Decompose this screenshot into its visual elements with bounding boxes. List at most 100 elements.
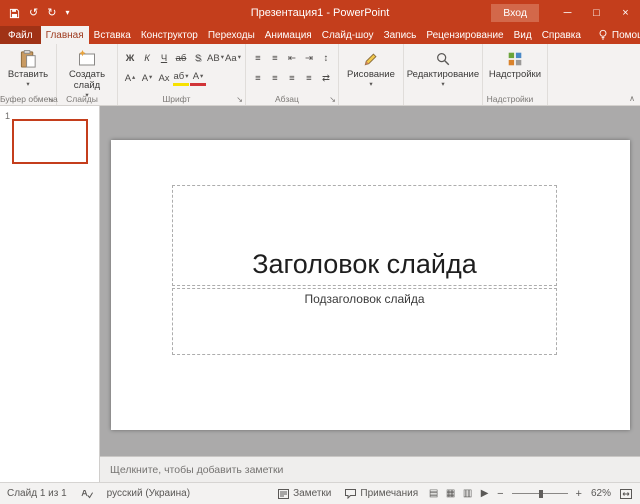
drawing-button[interactable]: Рисование ▾ bbox=[343, 46, 399, 89]
close-button[interactable]: × bbox=[611, 0, 640, 26]
tab-animations[interactable]: Анимация bbox=[260, 26, 317, 44]
normal-view-button[interactable]: ▤ bbox=[425, 483, 442, 504]
comment-icon bbox=[345, 489, 356, 499]
paste-button[interactable]: Вставить ▾ bbox=[4, 46, 52, 89]
tab-transitions[interactable]: Переходы bbox=[203, 26, 260, 44]
clear-formatting-button[interactable]: Аx bbox=[156, 71, 172, 86]
line-spacing-button[interactable]: ↕ bbox=[318, 51, 334, 66]
increase-indent-button[interactable]: ⇥ bbox=[301, 51, 317, 66]
statusbar: Слайд 1 из 1 русский (Украина) Заметки П… bbox=[0, 482, 640, 504]
align-left-button[interactable]: ≡ bbox=[250, 71, 266, 86]
addins-icon bbox=[506, 48, 524, 70]
font-color-button[interactable]: А▾ bbox=[190, 71, 206, 86]
language-button[interactable]: русский (Украина) bbox=[100, 483, 197, 504]
title-placeholder[interactable]: Заголовок слайда bbox=[172, 185, 557, 286]
justify-button[interactable]: ≡ bbox=[301, 71, 317, 86]
clipboard-group-label: Буфер обмена bbox=[0, 94, 46, 104]
notes-pane[interactable]: Щелкните, чтобы добавить заметки bbox=[100, 456, 640, 482]
fit-slide-button[interactable] bbox=[616, 489, 640, 499]
font-dialog-launcher[interactable]: ↘ bbox=[236, 96, 243, 104]
spellcheck-icon bbox=[81, 489, 93, 499]
bold-button[interactable]: Ж bbox=[122, 51, 138, 66]
editing-button[interactable]: Редактирование ▾ bbox=[408, 46, 478, 89]
addins-group: Надстройки Надстройки bbox=[483, 44, 548, 105]
zoom-level[interactable]: 62% bbox=[586, 488, 616, 499]
underline-button[interactable]: Ч bbox=[156, 51, 172, 66]
maximize-button[interactable]: □ bbox=[582, 0, 611, 26]
highlight-caret-icon: ▾ bbox=[185, 74, 188, 81]
slideshow-view-button[interactable]: ▶ bbox=[476, 483, 493, 504]
editing-label: Редактирование bbox=[407, 70, 479, 81]
strikethrough-button[interactable]: аб bbox=[173, 51, 189, 66]
tab-review[interactable]: Рецензирование bbox=[421, 26, 508, 44]
tab-view[interactable]: Вид bbox=[509, 26, 537, 44]
character-spacing-caret-icon: ▾ bbox=[221, 55, 224, 62]
clipboard-group: Вставить ▾ Буфер обмена ↘ bbox=[0, 44, 57, 105]
redo-button[interactable]: ↻ bbox=[47, 8, 56, 19]
paste-caret-icon: ▾ bbox=[26, 81, 29, 89]
paragraph-dialog-launcher[interactable]: ↘ bbox=[329, 96, 336, 104]
minimize-button[interactable]: ─ bbox=[553, 0, 582, 26]
tab-file[interactable]: Файл bbox=[0, 26, 41, 44]
comments-toggle-label: Примечания bbox=[360, 488, 418, 499]
text-shadow-button[interactable]: S bbox=[190, 51, 206, 66]
tab-design[interactable]: Конструктор bbox=[136, 26, 203, 44]
undo-button[interactable]: ↺ bbox=[29, 8, 38, 19]
subtitle-placeholder[interactable]: Подзаголовок слайда bbox=[172, 288, 557, 355]
decrease-indent-button[interactable]: ⇤ bbox=[284, 51, 300, 66]
slide-editor: Заголовок слайда Подзаголовок слайда Щел… bbox=[100, 106, 640, 482]
zoom-out-button[interactable]: − bbox=[493, 488, 507, 500]
grow-font-button[interactable]: А▴ bbox=[122, 71, 138, 86]
reading-view-button[interactable]: ▥ bbox=[459, 483, 476, 504]
paste-clipboard-icon bbox=[19, 48, 38, 70]
numbering-button[interactable]: ≡ bbox=[267, 51, 283, 66]
ribbon-tab-row: Файл Главная Вставка Конструктор Переход… bbox=[0, 26, 640, 44]
collapse-ribbon-button[interactable]: ∧ bbox=[629, 94, 635, 103]
titlebar: ↺ ↻ ▾ Презентация1 - PowerPoint Вход ─ □… bbox=[0, 0, 640, 26]
tab-home[interactable]: Главная bbox=[41, 26, 89, 44]
clipboard-dialog-launcher[interactable]: ↘ bbox=[47, 96, 54, 104]
bullets-button[interactable]: ≡ bbox=[250, 51, 266, 66]
magnifier-icon bbox=[435, 48, 451, 70]
text-direction-button[interactable]: ⇄ bbox=[318, 71, 334, 86]
tab-insert[interactable]: Вставка bbox=[89, 26, 136, 44]
quick-access-toolbar: ↺ ↻ ▾ bbox=[0, 8, 69, 19]
tab-help[interactable]: Справка bbox=[537, 26, 586, 44]
slide-count: Слайд 1 из 1 bbox=[0, 483, 74, 504]
slide-thumbnail[interactable] bbox=[12, 119, 88, 164]
editing-caret-icon: ▾ bbox=[441, 81, 444, 89]
align-right-button[interactable]: ≡ bbox=[284, 71, 300, 86]
drawing-label: Рисование bbox=[347, 70, 395, 81]
tab-slideshow[interactable]: Слайд-шоу bbox=[317, 26, 379, 44]
slide-number: 1 bbox=[5, 111, 10, 121]
slide-sorter-view-button[interactable]: ▦ bbox=[442, 483, 459, 504]
zoom-in-button[interactable]: + bbox=[572, 488, 586, 500]
sign-in-button[interactable]: Вход bbox=[491, 4, 539, 22]
addins-button[interactable]: Надстройки bbox=[487, 46, 543, 81]
new-slide-button[interactable]: Создать слайд ▾ bbox=[61, 46, 113, 100]
align-center-button[interactable]: ≡ bbox=[267, 71, 283, 86]
editing-group: Редактирование ▾ bbox=[404, 44, 483, 105]
text-highlight-button[interactable]: аб▾ bbox=[173, 71, 189, 86]
titlebar-right: Вход ─ □ × bbox=[491, 0, 640, 26]
assistant-label: Помощ bbox=[612, 30, 640, 41]
font-group: Ж К Ч аб S АВ▾ Аа▾ А▴ А▾ Аx аб▾ А▾ Шрифт… bbox=[118, 44, 246, 105]
customize-qat-button[interactable]: ▾ bbox=[65, 9, 69, 17]
italic-button[interactable]: К bbox=[139, 51, 155, 66]
slide-canvas[interactable]: Заголовок слайда Подзаголовок слайда bbox=[111, 140, 630, 430]
zoom-slider-thumb[interactable] bbox=[539, 490, 543, 498]
character-spacing-button[interactable]: АВ▾ bbox=[207, 51, 224, 66]
spellcheck-button[interactable] bbox=[74, 483, 100, 504]
notes-toggle-button[interactable]: Заметки bbox=[271, 483, 338, 504]
tab-record[interactable]: Запись bbox=[379, 26, 422, 44]
change-case-button[interactable]: Аа▾ bbox=[225, 51, 241, 66]
assistant-button[interactable]: Помощ bbox=[592, 26, 640, 44]
save-button[interactable] bbox=[9, 8, 20, 19]
addins-group-label: Надстройки bbox=[483, 94, 537, 104]
comments-toggle-button[interactable]: Примечания bbox=[338, 483, 425, 504]
grow-font-glyph: А bbox=[125, 74, 131, 84]
zoom-slider[interactable] bbox=[512, 488, 568, 500]
paragraph-group: ≡ ≡ ⇤ ⇥ ↕ ≡ ≡ ≡ ≡ ⇄ Абзац ↘ bbox=[246, 44, 339, 105]
new-slide-icon bbox=[77, 48, 97, 70]
shrink-font-button[interactable]: А▾ bbox=[139, 71, 155, 86]
